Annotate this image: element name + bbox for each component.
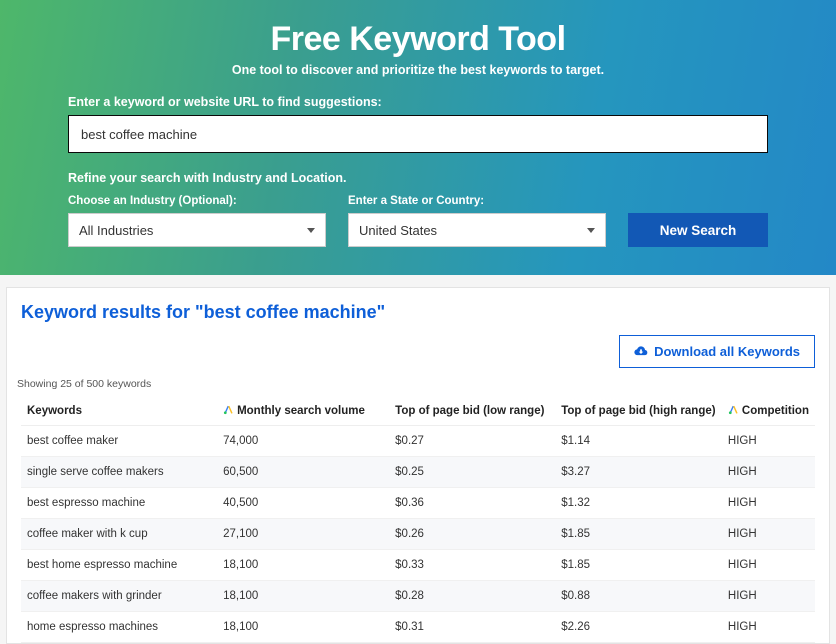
col-keywords: Keywords	[21, 396, 217, 426]
cell-bid-low: $0.27	[389, 426, 555, 457]
chevron-down-icon	[587, 228, 595, 233]
cell-volume: 74,000	[217, 426, 389, 457]
page-subtitle: One tool to discover and prioritize the …	[68, 63, 768, 77]
table-row: home espresso machines18,100$0.31$2.26HI…	[21, 612, 815, 643]
cell-keyword: coffee maker with k cup	[21, 519, 217, 550]
table-row: best home espresso machine18,100$0.33$1.…	[21, 550, 815, 581]
keyword-input[interactable]	[68, 115, 768, 153]
cloud-download-icon	[634, 344, 648, 359]
google-ads-icon	[223, 404, 234, 415]
cell-bid-low: $0.26	[389, 519, 555, 550]
cell-competition: HIGH	[722, 612, 815, 643]
cell-competition: HIGH	[722, 457, 815, 488]
cell-bid-low: $0.36	[389, 488, 555, 519]
cell-keyword: coffee makers with grinder	[21, 581, 217, 612]
results-toolbar: Download all Keywords	[21, 335, 815, 368]
cell-keyword: single serve coffee makers	[21, 457, 217, 488]
cell-competition: HIGH	[722, 519, 815, 550]
table-row: coffee makers with grinder18,100$0.28$0.…	[21, 581, 815, 612]
results-title: Keyword results for "best coffee machine…	[21, 302, 815, 323]
refine-label: Refine your search with Industry and Loc…	[68, 171, 768, 185]
cell-competition: HIGH	[722, 581, 815, 612]
industry-group: Choose an Industry (Optional): All Indus…	[68, 195, 326, 247]
cell-competition: HIGH	[722, 426, 815, 457]
cell-competition: HIGH	[722, 550, 815, 581]
cell-bid-low: $0.33	[389, 550, 555, 581]
hero-banner: Free Keyword Tool One tool to discover a…	[0, 0, 836, 275]
industry-label: Choose an Industry (Optional):	[68, 195, 326, 207]
cell-bid-low: $0.25	[389, 457, 555, 488]
cell-keyword: home espresso machines	[21, 612, 217, 643]
search-label: Enter a keyword or website URL to find s…	[68, 95, 768, 109]
cell-keyword: best home espresso machine	[21, 550, 217, 581]
col-bid-high: Top of page bid (high range)	[555, 396, 722, 426]
chevron-down-icon	[307, 228, 315, 233]
cell-volume: 40,500	[217, 488, 389, 519]
location-select[interactable]: United States	[348, 213, 606, 247]
cell-bid-high: $1.85	[555, 519, 722, 550]
industry-value: All Industries	[79, 223, 153, 238]
cell-bid-high: $3.27	[555, 457, 722, 488]
location-value: United States	[359, 223, 437, 238]
page-title: Free Keyword Tool	[68, 20, 768, 59]
download-label: Download all Keywords	[654, 344, 800, 359]
cell-bid-low: $0.28	[389, 581, 555, 612]
cell-competition: HIGH	[722, 488, 815, 519]
download-keywords-button[interactable]: Download all Keywords	[619, 335, 815, 368]
location-group: Enter a State or Country: United States	[348, 195, 606, 247]
cell-volume: 60,500	[217, 457, 389, 488]
cell-bid-high: $1.85	[555, 550, 722, 581]
table-header-row: Keywords Monthly search volume Top of pa…	[21, 396, 815, 426]
cell-volume: 18,100	[217, 612, 389, 643]
cell-volume: 27,100	[217, 519, 389, 550]
col-competition: Competition	[722, 396, 815, 426]
table-row: single serve coffee makers60,500$0.25$3.…	[21, 457, 815, 488]
cell-bid-high: $1.14	[555, 426, 722, 457]
new-search-button[interactable]: New Search	[628, 213, 768, 247]
cell-bid-high: $0.88	[555, 581, 722, 612]
cell-keyword: best coffee maker	[21, 426, 217, 457]
location-label: Enter a State or Country:	[348, 195, 606, 207]
table-row: best espresso machine40,500$0.36$1.32HIG…	[21, 488, 815, 519]
results-panel: Keyword results for "best coffee machine…	[6, 287, 830, 644]
cell-keyword: best espresso machine	[21, 488, 217, 519]
col-volume: Monthly search volume	[217, 396, 389, 426]
col-bid-low: Top of page bid (low range)	[389, 396, 555, 426]
cell-bid-high: $1.32	[555, 488, 722, 519]
table-row: best coffee maker74,000$0.27$1.14HIGH	[21, 426, 815, 457]
google-ads-icon	[728, 404, 739, 415]
results-count: Showing 25 of 500 keywords	[17, 378, 815, 390]
cell-volume: 18,100	[217, 550, 389, 581]
controls-row: Choose an Industry (Optional): All Indus…	[68, 195, 768, 247]
industry-select[interactable]: All Industries	[68, 213, 326, 247]
cell-bid-high: $2.26	[555, 612, 722, 643]
table-row: coffee maker with k cup27,100$0.26$1.85H…	[21, 519, 815, 550]
results-table: Keywords Monthly search volume Top of pa…	[21, 396, 815, 643]
cell-volume: 18,100	[217, 581, 389, 612]
cell-bid-low: $0.31	[389, 612, 555, 643]
